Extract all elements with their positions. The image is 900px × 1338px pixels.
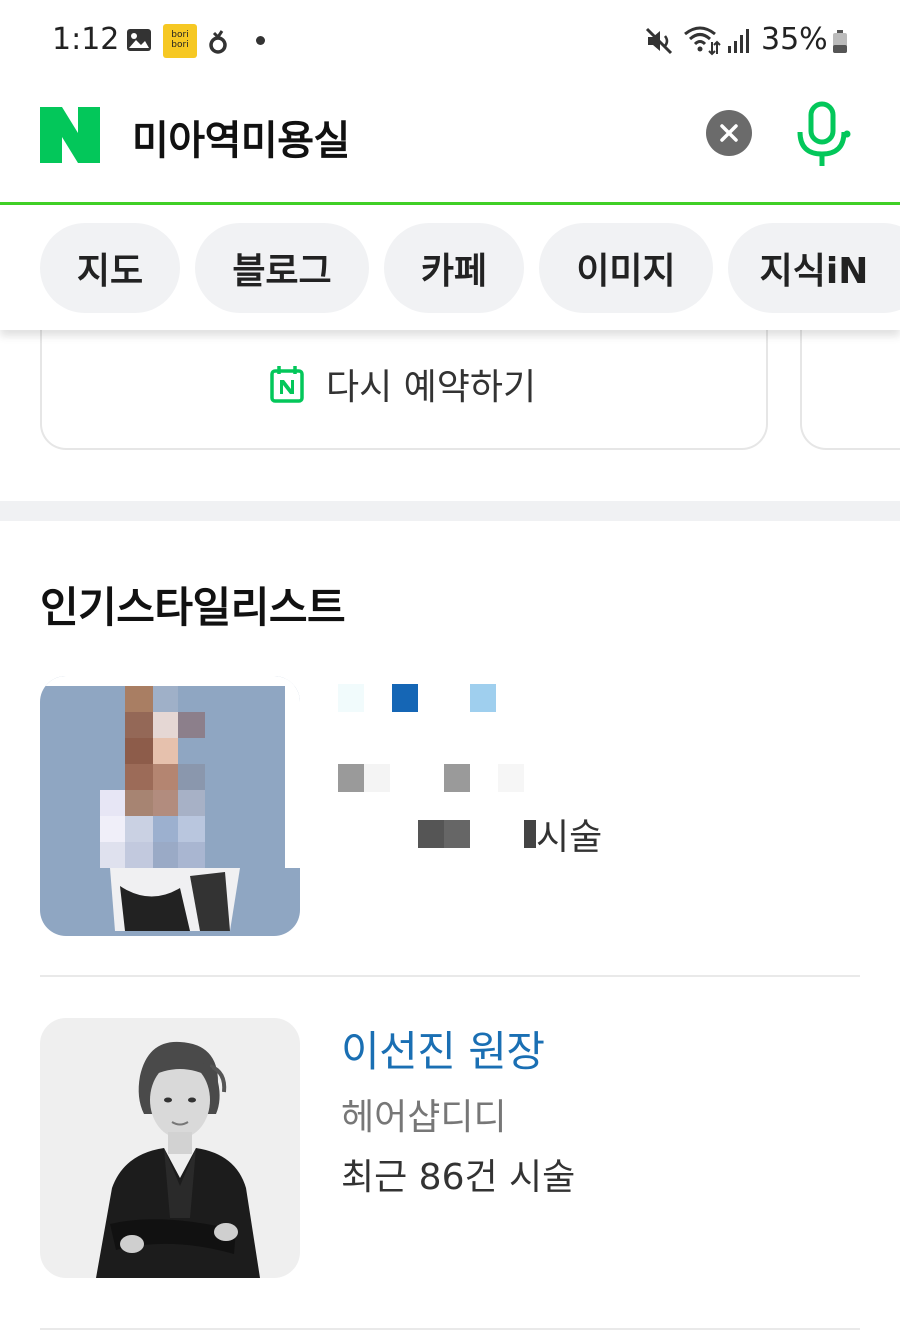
stylist-shop-redacted <box>338 764 524 792</box>
stylist-shop-name: 헤어샵디디 <box>341 1097 507 1138</box>
stylist-treatment-count: 최근 86건 시술 <box>341 1157 576 1198</box>
gallery-icon <box>127 29 151 51</box>
wifi-icon <box>684 26 721 56</box>
stylist-photo[interactable] <box>40 676 300 936</box>
clear-search-button[interactable] <box>706 110 752 156</box>
app-notification-icon <box>209 30 227 54</box>
vibrate-mute-icon <box>645 27 673 55</box>
search-category-tabs: 지도 블로그 카페 이미지 지식iN <box>0 205 900 330</box>
more-notifications-dot-icon <box>256 36 265 45</box>
tab-kin[interactable]: 지식iN <box>728 223 900 313</box>
close-icon <box>720 124 738 142</box>
count-suffix: 시술 <box>536 817 603 858</box>
stylist-name-redacted[interactable] <box>338 684 538 712</box>
tab-cafe[interactable]: 카페 <box>384 223 524 313</box>
naver-booking-calendar-icon <box>270 366 304 403</box>
boribori-app-icon: bori bori <box>163 24 197 58</box>
row-divider <box>40 975 860 977</box>
row-divider <box>40 1328 860 1330</box>
section-title: 인기스타일리스트 <box>40 583 346 632</box>
stylist-photo[interactable] <box>40 1018 300 1278</box>
stylist-count: 시술 <box>418 808 602 860</box>
battery-percentage: 35% <box>761 22 828 57</box>
tab-map[interactable]: 지도 <box>40 223 180 313</box>
status-time: 1:12 <box>52 22 120 57</box>
battery-icon <box>833 30 847 53</box>
section-divider <box>0 501 900 521</box>
tab-blog[interactable]: 블로그 <box>195 223 369 313</box>
status-bar: 1:12 bori bori 35% <box>0 0 900 80</box>
stylist-name-link[interactable]: 이선진 원장 <box>341 1018 545 1079</box>
voice-search-mic-icon[interactable] <box>795 100 853 168</box>
search-input[interactable]: 미아역미용실 <box>132 108 350 166</box>
signal-icon <box>728 29 749 53</box>
count-redacted <box>418 820 536 848</box>
rebook-label: 다시 예약하기 <box>326 367 537 408</box>
tab-images[interactable]: 이미지 <box>539 223 713 313</box>
rebook-button[interactable]: 다시 예약하기 <box>270 358 536 410</box>
naver-logo[interactable] <box>40 107 100 163</box>
